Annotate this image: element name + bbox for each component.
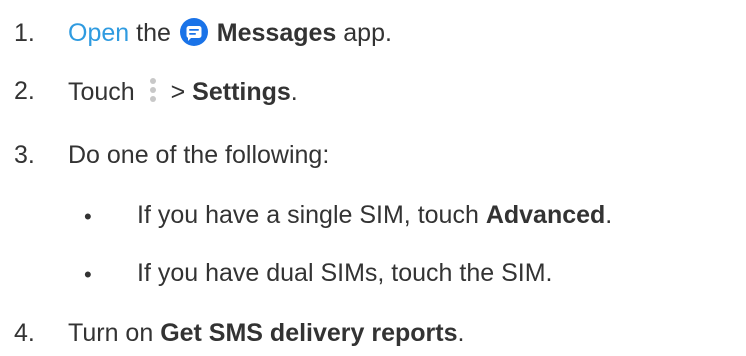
delivery-reports-label: Get SMS delivery reports (160, 319, 458, 347)
bullet-marker: • (84, 262, 92, 287)
bullet-item-single-sim: If you have a single SIM, touch Advanced… (137, 201, 613, 229)
step-number: 2. (14, 77, 35, 105)
messages-app-name: Messages (216, 19, 337, 47)
advanced-label: Advanced (485, 201, 606, 229)
messages-app-icon (179, 18, 208, 46)
step-number: 4. (14, 319, 35, 347)
step-text: Turn on Get SMS delivery reports. (68, 319, 465, 347)
step-text: Do one of the following: (68, 141, 330, 169)
step-number: 3. (14, 141, 35, 169)
settings-label: Settings (192, 78, 291, 106)
bullet-marker: • (84, 204, 92, 229)
step-text: Touch > Settings. (68, 78, 298, 106)
step-number: 1. (14, 19, 35, 47)
open-link[interactable]: Open (68, 19, 129, 47)
more-options-icon (149, 78, 156, 102)
bullet-item-dual-sim: If you have dual SIMs, touch the SIM. (137, 259, 553, 287)
step-text: Open the Messages app. (68, 18, 392, 47)
